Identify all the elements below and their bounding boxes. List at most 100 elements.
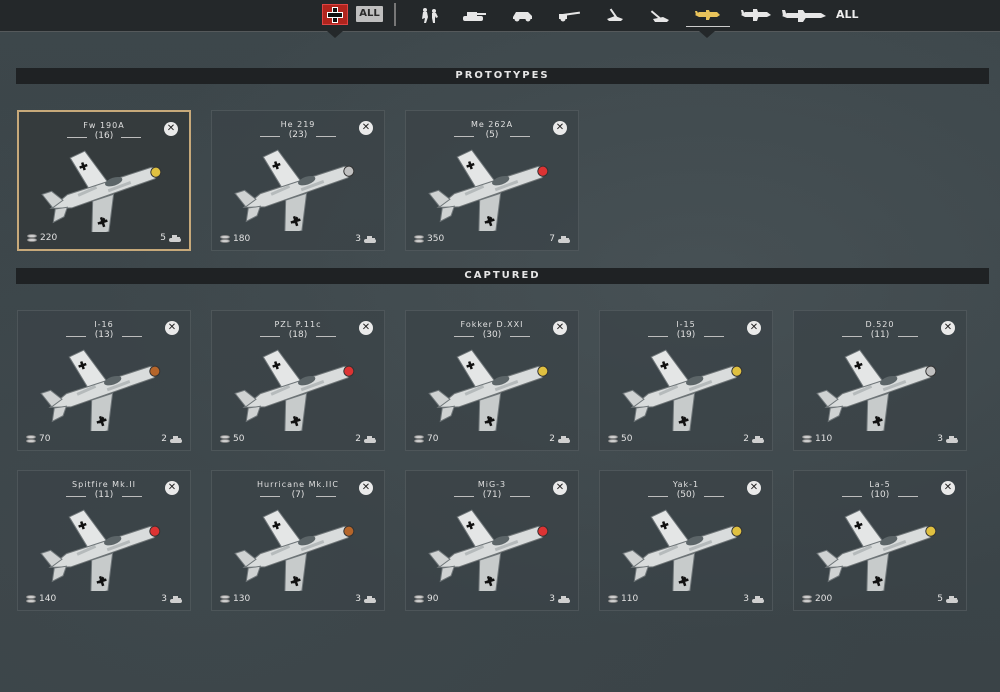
cost-value: 70 <box>427 434 439 444</box>
aircraft-image <box>36 341 176 437</box>
cost-display: 70 <box>414 434 438 444</box>
tank-icon <box>364 435 376 443</box>
unit-card[interactable]: I-15 (19) ✕ 50 2 <box>599 310 773 451</box>
requirement-value: 3 <box>743 594 749 604</box>
divider <box>67 137 87 138</box>
aircraft-image <box>618 341 758 437</box>
unit-card[interactable]: Fokker D.XXI (30) ✕ 70 2 <box>405 310 579 451</box>
cost-display: 70 <box>26 434 50 444</box>
anti-air-gun-icon[interactable] <box>648 4 674 26</box>
coin-stack-icon <box>802 434 812 444</box>
unit-count: (13) <box>94 330 114 340</box>
armored-car-icon[interactable] <box>510 4 536 26</box>
unit-count: (11) <box>94 490 114 500</box>
nation-indicator-notch <box>327 31 343 38</box>
unit-card[interactable]: Hurricane Mk.IIC (7) ✕ 130 3 <box>211 470 385 611</box>
close-icon[interactable]: ✕ <box>747 321 761 335</box>
coin-stack-icon <box>220 434 230 444</box>
tank-icon <box>558 595 570 603</box>
section-header-captured: CAPTURED <box>16 268 989 284</box>
cost-value: 180 <box>233 234 251 244</box>
cost-display: 110 <box>802 434 832 444</box>
unit-card[interactable]: Me 262A (5) ✕ 350 7 <box>405 110 579 251</box>
tank-icon <box>170 595 182 603</box>
coin-stack-icon <box>27 233 37 243</box>
divider <box>648 336 668 337</box>
coin-stack-icon <box>608 434 618 444</box>
aircraft-image <box>424 141 564 237</box>
divider <box>454 336 474 337</box>
cost-display: 140 <box>26 594 56 604</box>
coin-stack-icon <box>26 594 36 604</box>
section-header-prototypes: PROTOTYPES <box>16 68 989 84</box>
requirement-display: 2 <box>355 434 376 444</box>
unit-card[interactable]: I-16 (13) ✕ 70 2 <box>17 310 191 451</box>
close-icon[interactable]: ✕ <box>941 481 955 495</box>
divider <box>898 336 918 337</box>
aircraft-image <box>230 501 370 597</box>
aircraft-image <box>424 341 564 437</box>
unit-card[interactable]: PZL P.11c (18) ✕ 50 2 <box>211 310 385 451</box>
all-categories-label[interactable]: ALL <box>836 8 859 21</box>
unit-card[interactable]: Fw 190A (16) ✕ 220 5 <box>17 110 191 251</box>
anti-tank-gun-icon[interactable] <box>604 4 628 26</box>
divider <box>260 336 280 337</box>
requirement-display: 5 <box>937 594 958 604</box>
cost-value: 70 <box>39 434 51 444</box>
close-icon[interactable]: ✕ <box>359 321 373 335</box>
tank-icon <box>169 234 181 242</box>
cost-value: 200 <box>815 594 833 604</box>
unit-count: (18) <box>288 330 308 340</box>
close-icon[interactable]: ✕ <box>553 481 567 495</box>
tank-icon <box>946 595 958 603</box>
requirement-display: 2 <box>549 434 570 444</box>
requirement-value: 3 <box>355 234 361 244</box>
close-icon[interactable]: ✕ <box>747 481 761 495</box>
bomber-plane-icon[interactable] <box>738 4 774 26</box>
cost-value: 110 <box>815 434 833 444</box>
close-icon[interactable]: ✕ <box>359 121 373 135</box>
tank-icon <box>364 235 376 243</box>
unit-card[interactable]: He 219 (23) ✕ 180 3 <box>211 110 385 251</box>
requirement-display: 3 <box>355 594 376 604</box>
unit-card[interactable]: D.520 (11) ✕ 110 3 <box>793 310 967 451</box>
aircraft-image <box>230 141 370 237</box>
heavy-bomber-icon[interactable] <box>778 4 830 26</box>
requirement-value: 3 <box>161 594 167 604</box>
unit-count: (10) <box>870 490 890 500</box>
close-icon[interactable]: ✕ <box>941 321 955 335</box>
divider <box>394 3 396 26</box>
aircraft-image <box>36 501 176 597</box>
german-cross-icon[interactable] <box>322 4 348 25</box>
close-icon[interactable]: ✕ <box>553 121 567 135</box>
fighter-plane-icon[interactable] <box>686 4 730 27</box>
unit-card[interactable]: La-5 (10) ✕ 200 5 <box>793 470 967 611</box>
tank-icon <box>752 435 764 443</box>
tank-icon[interactable] <box>460 4 488 26</box>
divider <box>66 496 86 497</box>
cost-display: 350 <box>414 234 444 244</box>
unit-card[interactable]: MiG-3 (71) ✕ 90 3 <box>405 470 579 611</box>
unit-card[interactable]: Spitfire Mk.II (11) ✕ 140 3 <box>17 470 191 611</box>
cost-display: 50 <box>220 434 244 444</box>
divider <box>510 336 530 337</box>
tank-icon <box>946 435 958 443</box>
close-icon[interactable]: ✕ <box>359 481 373 495</box>
close-icon[interactable]: ✕ <box>164 122 178 136</box>
artillery-icon[interactable] <box>556 4 582 26</box>
close-icon[interactable]: ✕ <box>165 321 179 335</box>
all-nations-button[interactable]: ALL <box>356 6 383 22</box>
requirement-display: 5 <box>160 233 181 243</box>
unit-card[interactable]: Yak-1 (50) ✕ 110 3 <box>599 470 773 611</box>
requirement-value: 3 <box>937 434 943 444</box>
close-icon[interactable]: ✕ <box>165 481 179 495</box>
divider <box>898 496 918 497</box>
divider <box>316 496 336 497</box>
divider <box>510 496 530 497</box>
requirement-display: 3 <box>161 594 182 604</box>
infantry-icon[interactable] <box>418 4 442 26</box>
requirement-display: 3 <box>355 234 376 244</box>
tank-icon <box>558 435 570 443</box>
close-icon[interactable]: ✕ <box>553 321 567 335</box>
requirement-value: 5 <box>937 594 943 604</box>
